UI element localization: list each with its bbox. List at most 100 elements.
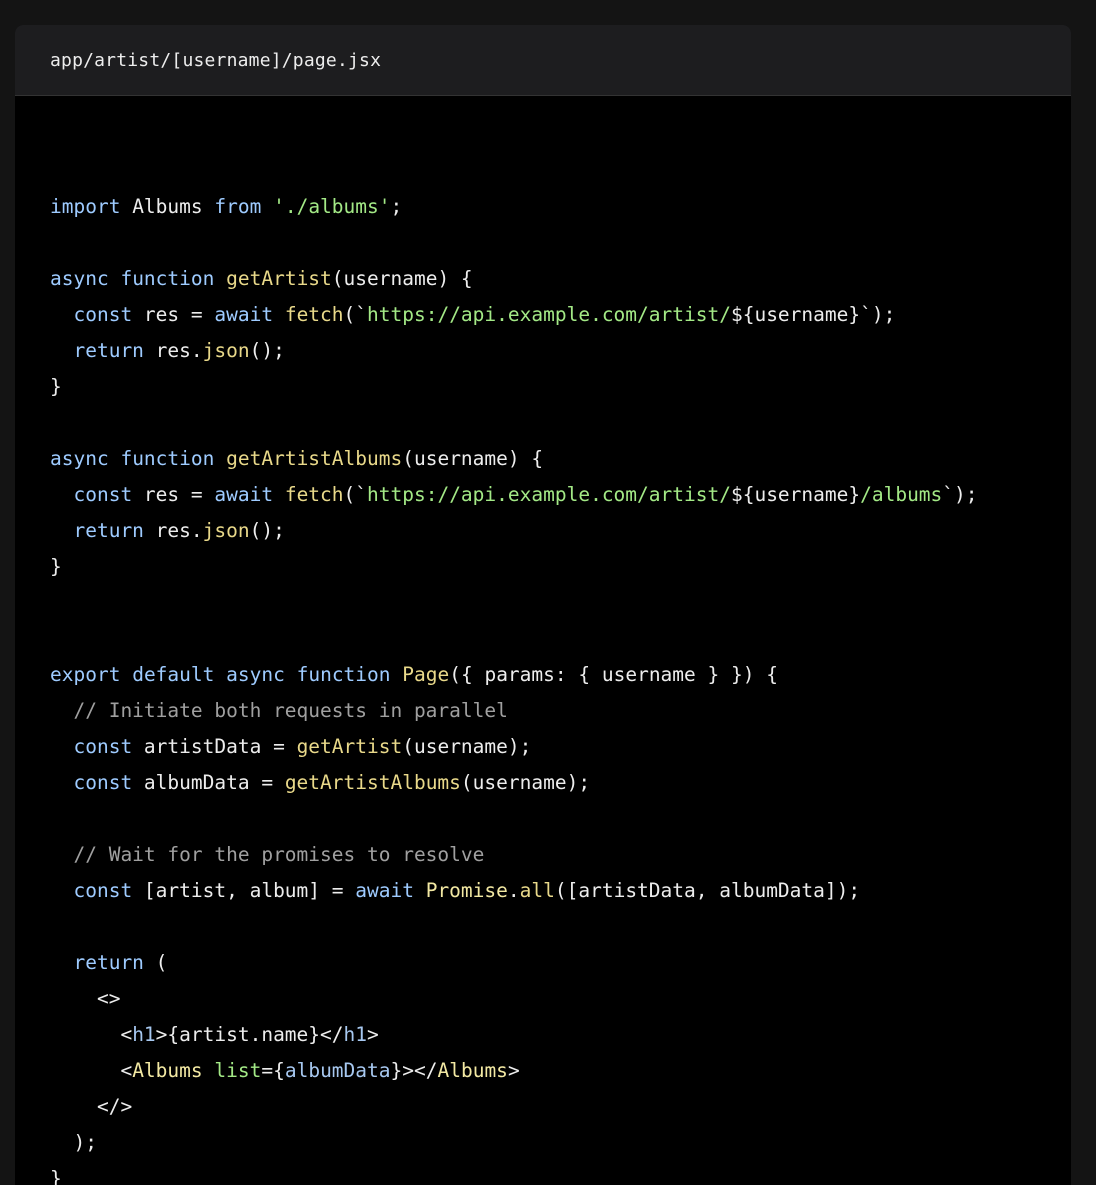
code-token-plain: <>: [50, 987, 121, 1010]
code-line: const albumData = getArtistAlbums(userna…: [50, 765, 590, 801]
code-line: const res = await fetch(`https://api.exa…: [50, 477, 978, 513]
code-line: <>: [50, 981, 121, 1017]
code-token-tag: h1: [132, 1023, 156, 1046]
code-line: export default async function Page({ par…: [50, 657, 778, 693]
code-token-function: getArtistAlbums: [226, 447, 403, 470]
code-token-plain: (username);: [460, 771, 591, 794]
code-token-keyword: const: [73, 483, 133, 506]
code-token-function: json: [202, 339, 250, 362]
code-token-plain: }: [50, 375, 62, 398]
code-token-plain: ${username}: [730, 303, 861, 326]
code-token-keyword: async: [50, 447, 109, 470]
code-token-plain: }: [50, 1167, 62, 1185]
code-token-keyword: function: [120, 267, 215, 290]
code-line: }: [50, 549, 62, 585]
code-token-string: './albums': [273, 195, 391, 218]
code-token-plain: res.: [143, 519, 203, 542]
code-line: import Albums from './albums';: [50, 189, 402, 225]
code-token-keyword: await: [214, 483, 274, 506]
code-token-function: fetch: [284, 483, 344, 506]
code-block: app/artist/[username]/page.jsx import Al…: [15, 25, 1071, 1185]
code-token-component: Albums: [437, 1059, 508, 1082]
code-token-plain: ([artistData, albumData]);: [554, 879, 861, 902]
code-line: return res.json();: [50, 333, 285, 369]
code-token-keyword: return: [73, 339, 144, 362]
code-token-function: Page: [402, 663, 450, 686]
code-token-plain: >{artist.name}</: [155, 1023, 344, 1046]
code-token-plain: .: [507, 879, 520, 902]
code-token-plain: ;: [390, 195, 403, 218]
code-token-plain: (: [143, 951, 168, 974]
code-line: return res.json();: [50, 513, 284, 549]
code-token-tag: h1: [343, 1023, 367, 1046]
code-line: const [artist, album] = await Promise.al…: [50, 873, 860, 909]
code-token-plain: [artist, album] =: [132, 879, 356, 902]
code-line: <h1>{artist.name}</h1>: [50, 1017, 379, 1053]
code-token-keyword: function: [120, 447, 215, 470]
code-token-tag: albumData: [284, 1059, 391, 1082]
code-token-keyword: function: [296, 663, 391, 686]
code-token-keyword: async: [50, 267, 109, 290]
code-token-attr: list: [214, 1059, 262, 1082]
code-token-plain: (`: [343, 483, 368, 506]
code-token-plain: }></: [390, 1059, 438, 1082]
code-token-plain: ={: [261, 1059, 285, 1082]
code-token-keyword: return: [73, 519, 144, 542]
code-token-function: getArtist: [226, 267, 332, 290]
code-token-component: Promise: [425, 879, 508, 902]
code-token-keyword: const: [73, 735, 133, 758]
code-token-keyword: await: [355, 879, 414, 902]
code-token-string: /albums: [860, 483, 943, 506]
code-line: }: [50, 1161, 62, 1185]
code-token-plain: (`: [343, 303, 368, 326]
code-token-function: fetch: [284, 303, 344, 326]
code-token-plain: (username) {: [402, 447, 544, 470]
code-token-keyword: const: [73, 879, 133, 902]
code-token-plain: albumData =: [132, 771, 285, 794]
code-header: app/artist/[username]/page.jsx: [15, 25, 1071, 96]
code-line: const artistData = getArtist(username);: [50, 729, 531, 765]
code-token-function: getArtistAlbums: [284, 771, 461, 794]
code-token-plain: ();: [249, 339, 285, 362]
file-name: app/artist/[username]/page.jsx: [50, 49, 382, 71]
code-token-plain: (username) {: [331, 267, 473, 290]
code-line: // Initiate both requests in parallel: [50, 693, 508, 729]
code-token-plain: ({ params: { username } }) {: [449, 663, 778, 686]
code-token-plain: artistData =: [132, 735, 297, 758]
code-line: async function getArtistAlbums(username)…: [50, 441, 543, 477]
code-token-plain: >: [367, 1023, 379, 1046]
code-token-plain: `);: [942, 483, 978, 506]
code-token-plain: }: [50, 555, 62, 578]
code-token-plain: <: [50, 1059, 133, 1082]
code-token-plain: >: [507, 1059, 520, 1082]
code-token-plain: res =: [132, 483, 215, 506]
code-line: return (: [50, 945, 167, 981]
code-token-keyword: import: [50, 195, 121, 218]
code-body[interactable]: import Albums from './albums'; async func…: [15, 96, 1071, 1185]
code-token-comment: // Initiate both requests in parallel: [73, 699, 508, 722]
code-token-plain: (username);: [402, 735, 532, 758]
code-token-keyword: return: [73, 951, 144, 974]
code-line: <Albums list={albumData}></Albums>: [50, 1053, 520, 1089]
code-token-keyword: const: [73, 303, 133, 326]
code-token-keyword: async: [226, 663, 285, 686]
code-token-plain: Albums: [120, 195, 215, 218]
code-token-keyword: await: [214, 303, 274, 326]
